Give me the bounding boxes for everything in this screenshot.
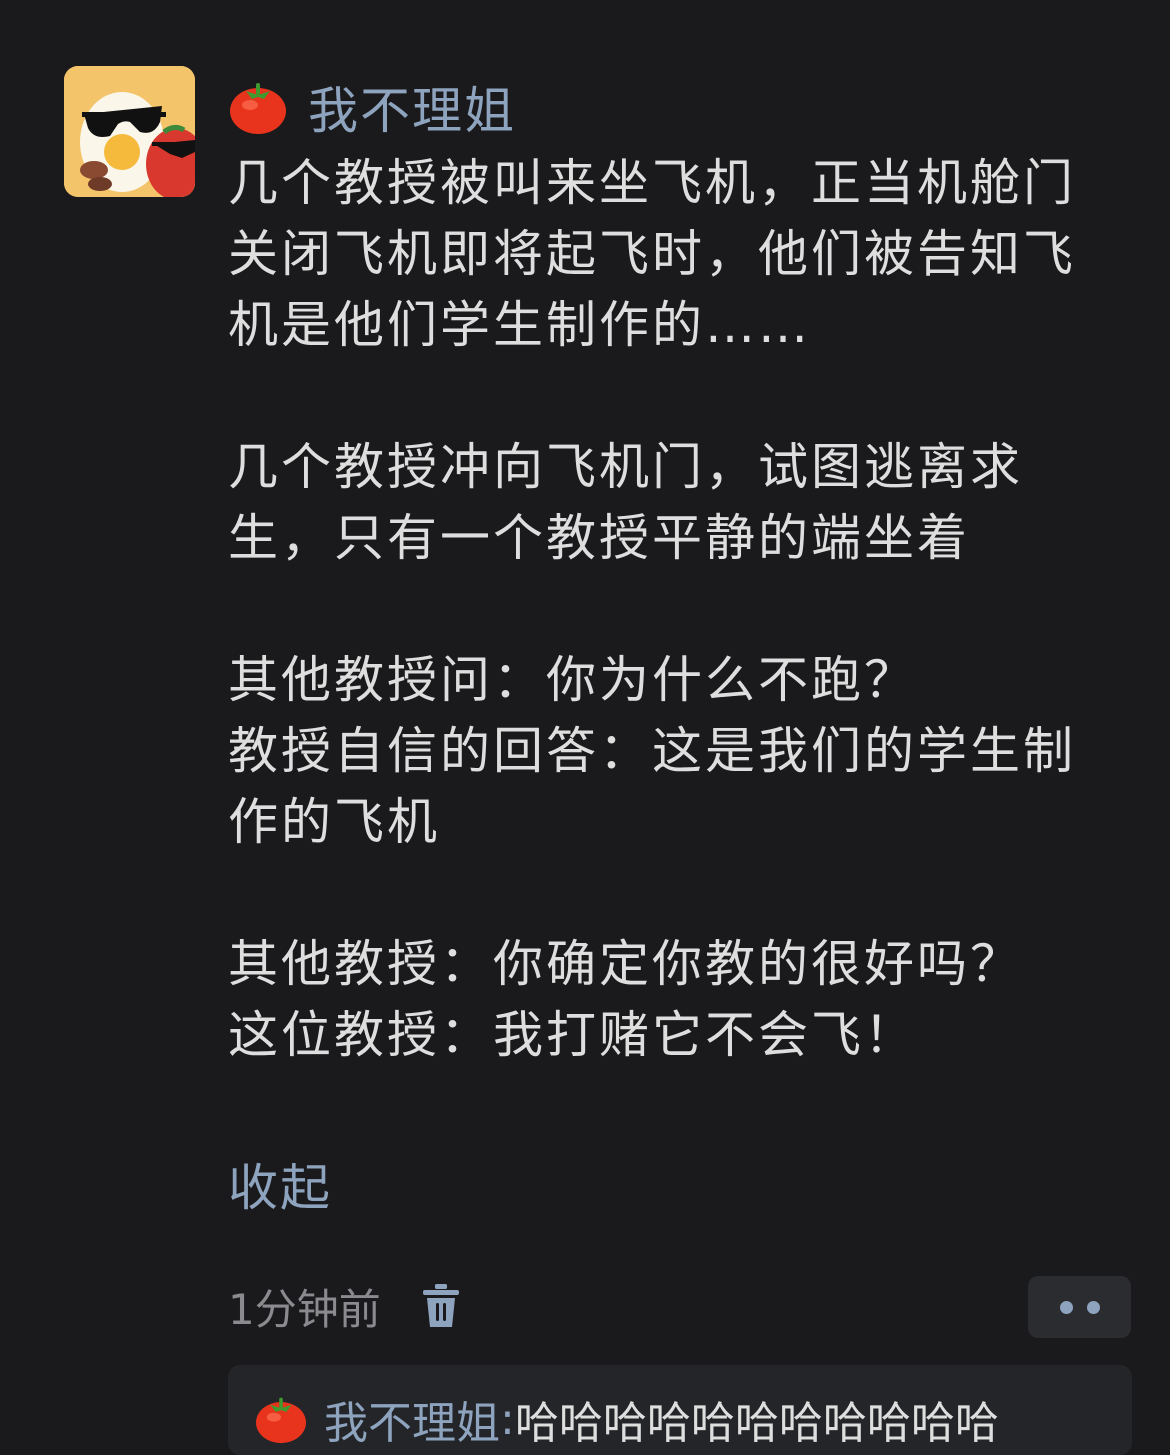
trash-icon[interactable] — [421, 1283, 461, 1329]
reply-content: 我不理姐 : 哈哈哈哈哈哈哈哈哈哈哈 — [254, 1387, 999, 1451]
comment-meta: 1分钟前 — [228, 1276, 461, 1336]
reply-preview[interactable]: 我不理姐 : 哈哈哈哈哈哈哈哈哈哈哈 — [228, 1365, 1132, 1455]
comment-line: 这位教授：我打赌它不会飞！ — [228, 1006, 917, 1064]
comment-line: 几个教授冲向飞机门，试图逃离求 — [228, 438, 1023, 496]
more-options-button[interactable] — [1028, 1276, 1131, 1338]
comment-timestamp: 1分钟前 — [228, 1284, 381, 1334]
reply-separator: : — [500, 1393, 515, 1445]
collapse-link[interactable]: 收起 — [228, 1148, 332, 1220]
comment-line: 其他教授：你确定你教的很好吗？ — [228, 935, 1023, 993]
comment-text: 几个教授被叫来坐飞机，正当机舱门 关闭飞机即将起飞时，他们被告知飞 机是他们学生… — [228, 148, 1128, 1071]
comment-paragraph: 几个教授被叫来坐飞机，正当机舱门 关闭飞机即将起飞时，他们被告知飞 机是他们学生… — [228, 148, 1128, 361]
comment-paragraph: 其他教授：你确定你教的很好吗？ 这位教授：我打赌它不会飞！ — [228, 929, 1128, 1071]
reply-author-name[interactable]: 我不理姐 — [324, 1387, 500, 1451]
comment-line: 其他教授问：你为什么不跑？ — [228, 651, 917, 709]
comment-paragraph: 几个教授冲向飞机门，试图逃离求 生，只有一个教授平静的端坐着 — [228, 432, 1128, 574]
avatar[interactable] — [64, 66, 195, 197]
comment-line: 几个教授被叫来坐飞机，正当机舱门 — [228, 154, 1076, 212]
comment-line: 教授自信的回答：这是我们的学生制 — [228, 722, 1076, 780]
comment-line: 关闭飞机即将起飞时，他们被告知飞 — [228, 225, 1076, 283]
tomato-icon — [230, 83, 286, 134]
comment-author-name[interactable]: 我不理姐 — [308, 71, 516, 143]
more-dots-icon — [1086, 1300, 1100, 1314]
comment-line: 生，只有一个教授平静的端坐着 — [228, 509, 970, 567]
comment-paragraph: 其他教授问：你为什么不跑？ 教授自信的回答：这是我们的学生制 作的飞机 — [228, 645, 1128, 858]
sunglasses-egg-avatar-icon — [64, 66, 195, 197]
tomato-icon — [256, 1397, 306, 1444]
comment-header: 我不理姐 — [228, 72, 516, 142]
more-dots-icon — [1059, 1300, 1073, 1314]
comment-line: 机是他们学生制作的…… — [228, 296, 811, 354]
comment-line: 作的飞机 — [228, 793, 440, 851]
reply-text: 哈哈哈哈哈哈哈哈哈哈哈 — [514, 1398, 999, 1449]
